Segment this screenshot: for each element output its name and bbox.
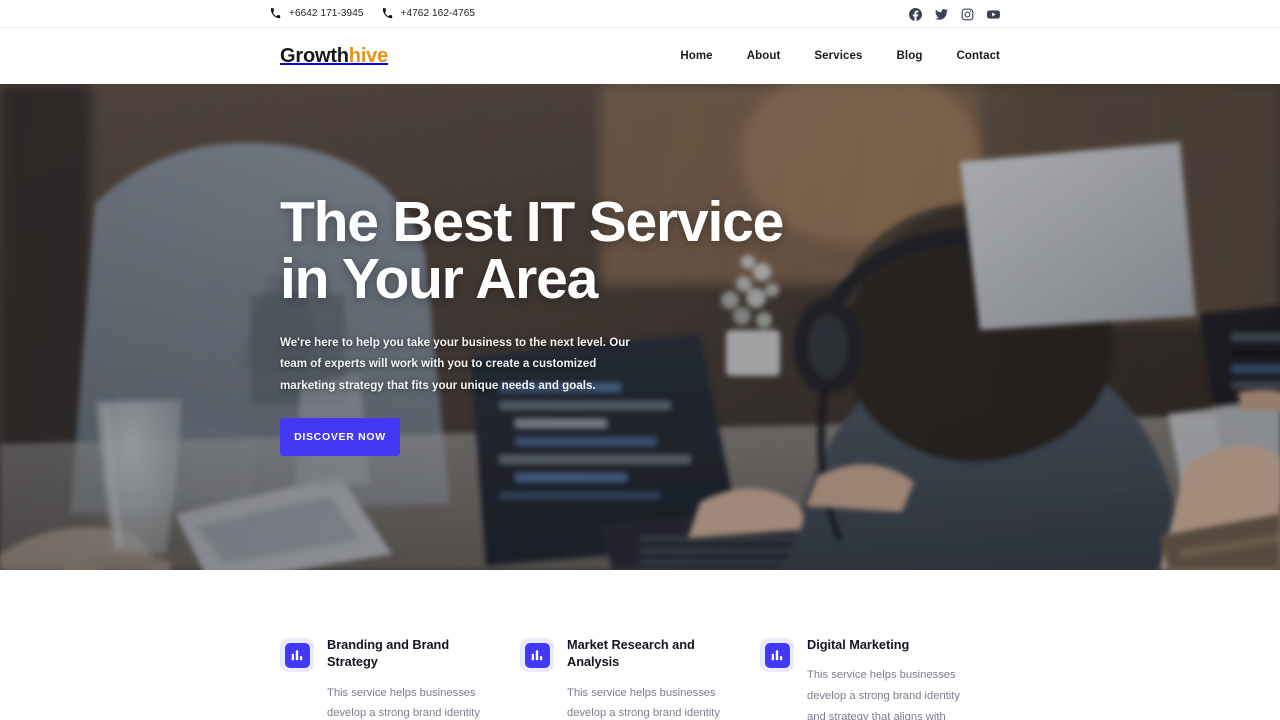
service-icon-wrap xyxy=(280,638,314,672)
phone-icon xyxy=(270,8,281,19)
bar-chart-icon xyxy=(764,642,790,668)
service-title: Digital Marketing xyxy=(807,637,910,652)
service-description: This service helps businesses develop a … xyxy=(807,669,960,720)
site-header: Growthhive Home About Services Blog Cont… xyxy=(0,28,1280,84)
services-section: Branding and Brand Strategy This service… xyxy=(0,570,1280,720)
service-icon-wrap xyxy=(520,638,554,672)
phone-item[interactable]: +6642 171-3945 xyxy=(270,8,364,19)
hero-heading: The Best IT Service in Your Area xyxy=(280,194,900,308)
nav-item-home[interactable]: Home xyxy=(680,50,712,62)
nav-item-blog[interactable]: Blog xyxy=(897,50,923,62)
service-description: This service helps businesses develop a … xyxy=(327,686,480,720)
service-card-body: Digital Marketing This service helps bus… xyxy=(807,636,1000,720)
hero-heading-line-1: The Best IT Service xyxy=(280,190,784,254)
facebook-icon[interactable] xyxy=(909,7,922,21)
hero-heading-line-2: in Your Area xyxy=(280,247,598,311)
nav-item-contact[interactable]: Contact xyxy=(956,50,1000,62)
logo-text-accent: hive xyxy=(348,44,389,67)
phone-icon xyxy=(382,8,393,19)
bar-chart-icon xyxy=(524,642,550,668)
hero-content: The Best IT Service in Your Area We're h… xyxy=(0,84,1280,457)
logo-text-primary: Growth xyxy=(280,44,349,67)
service-title: Market Research and Analysis xyxy=(567,637,695,670)
youtube-icon[interactable] xyxy=(987,8,1000,21)
service-card-body: Branding and Brand Strategy This service… xyxy=(327,636,520,720)
service-description: This service helps businesses develop a … xyxy=(567,686,720,720)
service-card[interactable]: Digital Marketing This service helps bus… xyxy=(760,636,1000,720)
service-title: Branding and Brand Strategy xyxy=(327,637,450,670)
phone-list: +6642 171-3945 +4762 162-4765 xyxy=(270,8,475,19)
hero-paragraph: We're here to help you take your busines… xyxy=(280,336,630,392)
social-links xyxy=(909,0,1000,28)
twitter-icon[interactable] xyxy=(935,8,948,21)
phone-number: +6642 171-3945 xyxy=(289,8,364,19)
top-contact-bar: +6642 171-3945 +4762 162-4765 xyxy=(0,0,1280,28)
instagram-icon[interactable] xyxy=(961,8,974,21)
nav-item-about[interactable]: About xyxy=(747,50,781,62)
service-card[interactable]: Branding and Brand Strategy This service… xyxy=(280,636,520,720)
hero-section: The Best IT Service in Your Area We're h… xyxy=(0,84,1280,570)
service-card-body: Market Research and Analysis This servic… xyxy=(567,636,760,720)
main-navigation: Home About Services Blog Contact xyxy=(680,50,1000,62)
nav-item-services[interactable]: Services xyxy=(814,50,862,62)
bar-chart-icon xyxy=(284,642,310,668)
site-logo[interactable]: Growthhive xyxy=(280,45,388,68)
service-icon-wrap xyxy=(760,638,794,672)
service-card[interactable]: Market Research and Analysis This servic… xyxy=(520,636,760,720)
phone-number: +4762 162-4765 xyxy=(400,8,476,19)
phone-item[interactable]: +4762 162-4765 xyxy=(382,8,476,19)
discover-now-button[interactable]: DISCOVER NOW xyxy=(280,418,400,457)
